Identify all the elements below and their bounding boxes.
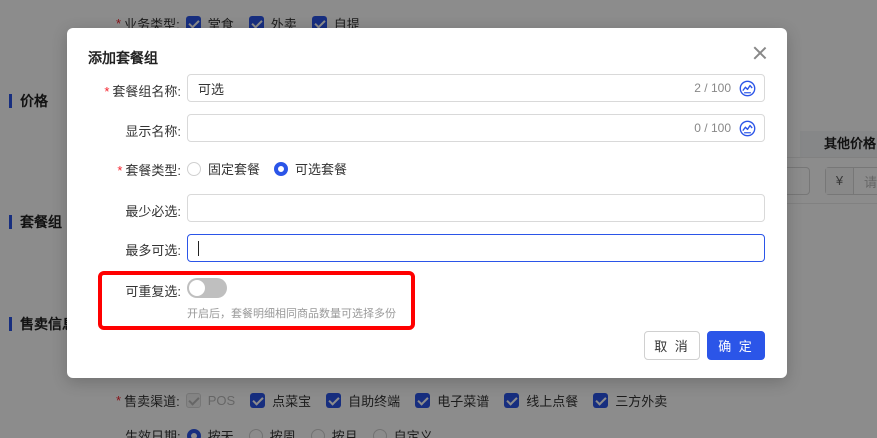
ok-button[interactable]: 确 定	[707, 331, 765, 360]
combo-type-label: * 套餐类型:	[117, 163, 181, 178]
display-name-label: 显示名称:	[125, 124, 181, 139]
group-name-value: 可选	[198, 81, 225, 97]
combo-type-radio-group: 固定套餐 可选套餐	[187, 159, 362, 178]
translate-icon[interactable]	[739, 80, 756, 97]
combo-type-optional[interactable]: 可选套餐	[274, 159, 347, 178]
combo-type-fixed[interactable]: 固定套餐	[187, 159, 260, 178]
add-combo-group-modal: 添加套餐组 * 套餐组名称: 可选 2 / 100 显示名称: 0 / 100 *…	[67, 28, 787, 378]
group-name-input[interactable]: 可选 2 / 100	[187, 74, 765, 102]
close-icon[interactable]	[751, 44, 769, 62]
radio-icon[interactable]	[187, 161, 201, 176]
max-select-input[interactable]	[187, 234, 765, 262]
translate-icon[interactable]	[739, 120, 756, 137]
radio-selected-icon[interactable]	[274, 161, 289, 176]
display-name-count: 0 / 100	[694, 121, 731, 135]
modal-title: 添加套餐组	[88, 50, 158, 66]
cancel-button[interactable]: 取 消	[644, 331, 700, 360]
text-caret	[198, 240, 199, 256]
group-name-label: * 套餐组名称:	[104, 84, 181, 99]
group-name-count: 2 / 100	[694, 81, 731, 95]
min-select-label: 最少必选:	[125, 204, 181, 219]
max-select-label: 最多可选:	[125, 243, 181, 258]
highlight-box	[98, 271, 415, 330]
min-select-input[interactable]	[187, 194, 765, 222]
display-name-input[interactable]: 0 / 100	[187, 114, 765, 142]
